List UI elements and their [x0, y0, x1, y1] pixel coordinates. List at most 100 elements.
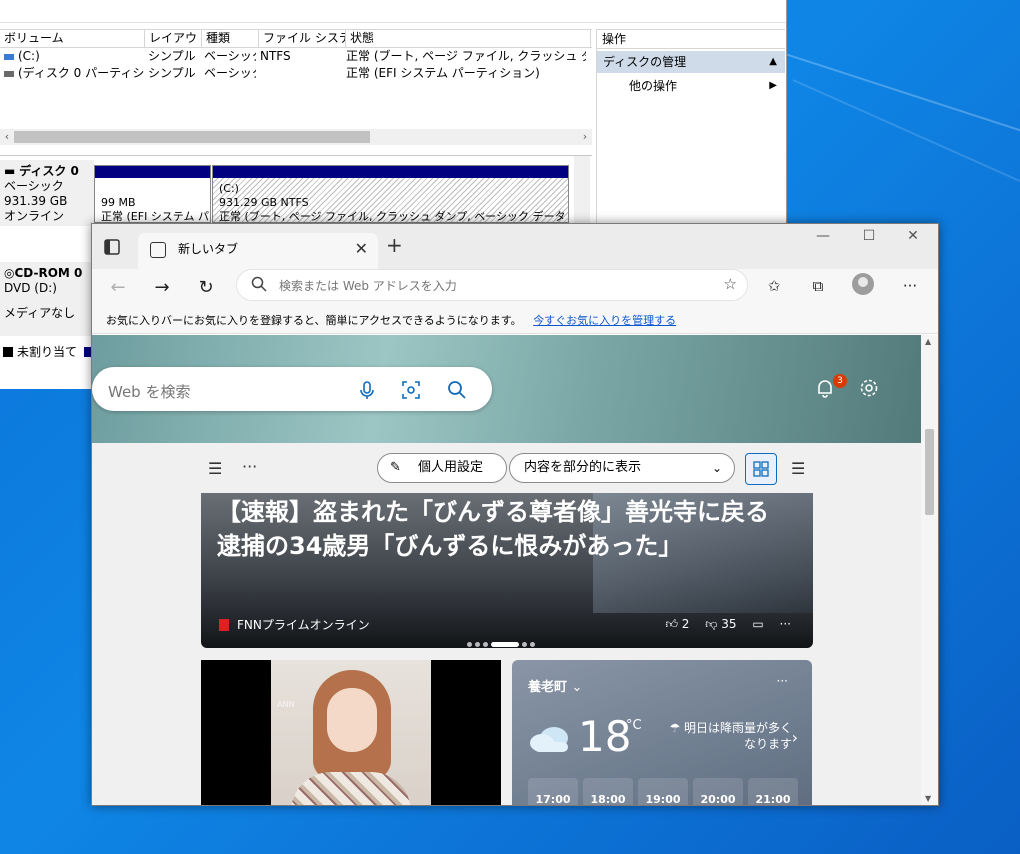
chevron-right-icon[interactable]: ›: [792, 728, 798, 747]
visual-search-icon[interactable]: [400, 379, 422, 401]
pager-dot[interactable]: [467, 642, 472, 647]
pager-dot[interactable]: [483, 642, 488, 647]
tab-new-tab[interactable]: 新しいタブ ✕: [138, 233, 378, 269]
partition-status: 正常 (EFI システム パ: [101, 210, 209, 223]
scroll-right-icon[interactable]: ›: [578, 129, 592, 145]
settings-gear-icon[interactable]: [858, 377, 880, 399]
personalize-label: 個人用設定: [418, 460, 484, 475]
volume-name: (ディスク 0 パーティション 1): [18, 66, 144, 80]
new-tab-page: Web を検索 3 ☰ ··· ✎ 個人用設定 内容を部分的に表示 ⌄ ☰ 【速…: [92, 335, 921, 805]
column-header[interactable]: 状態: [346, 30, 591, 47]
like-button[interactable]: 👍︎ 2: [665, 617, 689, 631]
card-more-icon[interactable]: ···: [780, 617, 791, 631]
weather-more-icon[interactable]: ···: [777, 674, 788, 688]
web-search-box[interactable]: Web を検索: [92, 367, 492, 411]
window-close-icon[interactable]: ✕: [898, 228, 928, 244]
wallpaper-ray: [787, 53, 1020, 149]
hour-slot[interactable]: 19:00: [638, 778, 688, 805]
scroll-left-icon[interactable]: ‹: [0, 129, 14, 145]
add-favorite-icon[interactable]: ☆: [724, 275, 737, 293]
favorites-bar: お気に入りバーにお気に入りを登録すると、簡単にアクセスできるようになります。 今…: [92, 307, 938, 334]
scrollbar-thumb[interactable]: [14, 131, 370, 143]
hour-slot[interactable]: 17:00: [528, 778, 578, 805]
carousel-pager: [467, 637, 538, 647]
pager-dot[interactable]: [530, 642, 535, 647]
partition-efi[interactable]: 99 MB 正常 (EFI システム パ: [94, 165, 211, 223]
pager-dot[interactable]: [522, 642, 527, 647]
hour-slot[interactable]: 21:00: [748, 778, 798, 805]
news-headline[interactable]: 【速報】盗まれた「びんずる尊者像」善光寺に戻る 逮捕の34歳男「びんずるに恨みが…: [217, 495, 797, 563]
refresh-icon[interactable]: ↻: [194, 277, 218, 299]
more-icon[interactable]: ···: [242, 457, 257, 476]
column-header[interactable]: ボリューム: [0, 30, 145, 47]
layout-cell: シンプル: [148, 49, 196, 63]
maximize-icon[interactable]: ☐: [854, 228, 884, 244]
disk-name: ディスク 0: [19, 164, 79, 178]
volume-table-header: ボリューム レイアウト 種類 ファイル システム 状態: [0, 29, 592, 48]
new-tab-plus-icon[interactable]: +: [386, 233, 403, 257]
column-header[interactable]: レイアウト: [145, 30, 202, 47]
table-row[interactable]: (C:) シンプル ベーシック NTFS 正常 (ブート, ページ ファイル, …: [0, 48, 592, 65]
table-row[interactable]: (ディスク 0 パーティション 1) シンプル ベーシック 正常 (EFI シス…: [0, 65, 592, 82]
favorites-bar-message: お気に入りバーにお気に入りを登録すると、簡単にアクセスできるようになります。: [106, 314, 522, 327]
pager-dot-active[interactable]: [491, 642, 519, 647]
disk-size: 931.39 GB: [4, 194, 68, 208]
page-scrollbar[interactable]: ▲ ▼: [921, 335, 938, 805]
list-view-icon[interactable]: ☰: [791, 459, 805, 478]
forward-icon[interactable]: →: [150, 277, 174, 299]
manage-favorites-link[interactable]: 今すぐお気に入りを管理する: [533, 314, 676, 327]
collapse-icon[interactable]: ▲: [769, 51, 777, 73]
partition-c[interactable]: (C:) 931.29 GB NTFS 正常 (ブート, ページ ファイル, ク…: [212, 165, 569, 223]
scrollbar-thumb[interactable]: [925, 429, 934, 515]
action-other[interactable]: 他の操作 ▶: [597, 75, 785, 97]
title-bar: 新しいタブ ✕ + — ☐ ✕: [92, 224, 938, 269]
close-tab-icon[interactable]: ✕: [355, 239, 368, 258]
content-select-value: 内容を部分的に表示: [524, 460, 642, 475]
back-icon[interactable]: ←: [106, 277, 130, 299]
photo-news-card[interactable]: ANN: [201, 660, 501, 805]
photo-face: [327, 688, 377, 752]
search-icon[interactable]: [446, 379, 468, 401]
temperature: 18: [578, 712, 632, 761]
column-header[interactable]: ファイル システム: [259, 30, 346, 47]
news-photo: ANN: [271, 660, 431, 805]
scroll-up-icon[interactable]: ▲: [925, 337, 931, 346]
tab-actions-icon[interactable]: [102, 237, 122, 257]
action-label: 他の操作: [629, 79, 678, 93]
horizontal-scrollbar[interactable]: ‹ ›: [0, 129, 592, 145]
volume-cell: (ディスク 0 パーティション 1): [0, 65, 144, 82]
menu-icon[interactable]: ☰: [208, 459, 222, 478]
minimize-icon[interactable]: —: [808, 228, 838, 244]
hour-slot[interactable]: 20:00: [693, 778, 743, 805]
microphone-icon[interactable]: [356, 379, 378, 401]
hour-slot[interactable]: 18:00: [583, 778, 633, 805]
action-disk-management[interactable]: ディスクの管理 ▲: [597, 51, 785, 73]
content-visibility-select[interactable]: 内容を部分的に表示 ⌄: [509, 453, 735, 483]
like-count: 2: [681, 617, 690, 631]
weather-card[interactable]: 養老町 ⌄ ··· 18 °C ☂ 明日は降雨量が多くなります › 17:00 …: [512, 660, 812, 805]
publisher-logo-icon: [219, 619, 229, 631]
scroll-down-icon[interactable]: ▼: [925, 794, 931, 803]
submenu-arrow-icon: ▶: [769, 80, 777, 91]
disk-management-toolbar: [0, 0, 786, 23]
favorites-icon[interactable]: ✩: [762, 277, 786, 295]
personalize-button[interactable]: ✎ 個人用設定: [377, 453, 507, 483]
cdrom-label[interactable]: ◎CD-ROM 0 DVD (D:) メディアなし: [0, 262, 94, 336]
dislike-button[interactable]: 👎︎ 35: [705, 617, 736, 631]
address-bar[interactable]: 検索または Web アドレスを入力 ☆: [236, 269, 748, 301]
grid-view-button[interactable]: [745, 453, 777, 485]
news-source[interactable]: FNNプライムオンライン: [219, 617, 370, 633]
weather-location[interactable]: 養老町 ⌄: [528, 676, 582, 695]
partition-status: 正常 (ブート, ページ ファイル, クラッシュ ダンプ, ベーシック データ …: [219, 210, 568, 223]
news-hero-card[interactable]: 【速報】盗まれた「びんずる尊者像」善光寺に戻る 逮捕の34歳男「びんずるに恨みが…: [201, 493, 813, 648]
disk-view-scrollbar[interactable]: [574, 156, 590, 226]
weather-forecast-message[interactable]: ☂ 明日は降雨量が多くなります: [662, 720, 792, 752]
location-name: 養老町: [528, 680, 568, 695]
pager-dot[interactable]: [475, 642, 480, 647]
comment-icon[interactable]: ▭: [752, 617, 763, 631]
column-header[interactable]: 種類: [202, 30, 259, 47]
more-options-icon[interactable]: ···: [898, 277, 922, 295]
profile-avatar[interactable]: [852, 273, 874, 295]
disk-0-label[interactable]: ▬ ディスク 0 ベーシック 931.39 GB オンライン: [0, 160, 94, 226]
collections-icon[interactable]: ⧉: [806, 277, 830, 295]
